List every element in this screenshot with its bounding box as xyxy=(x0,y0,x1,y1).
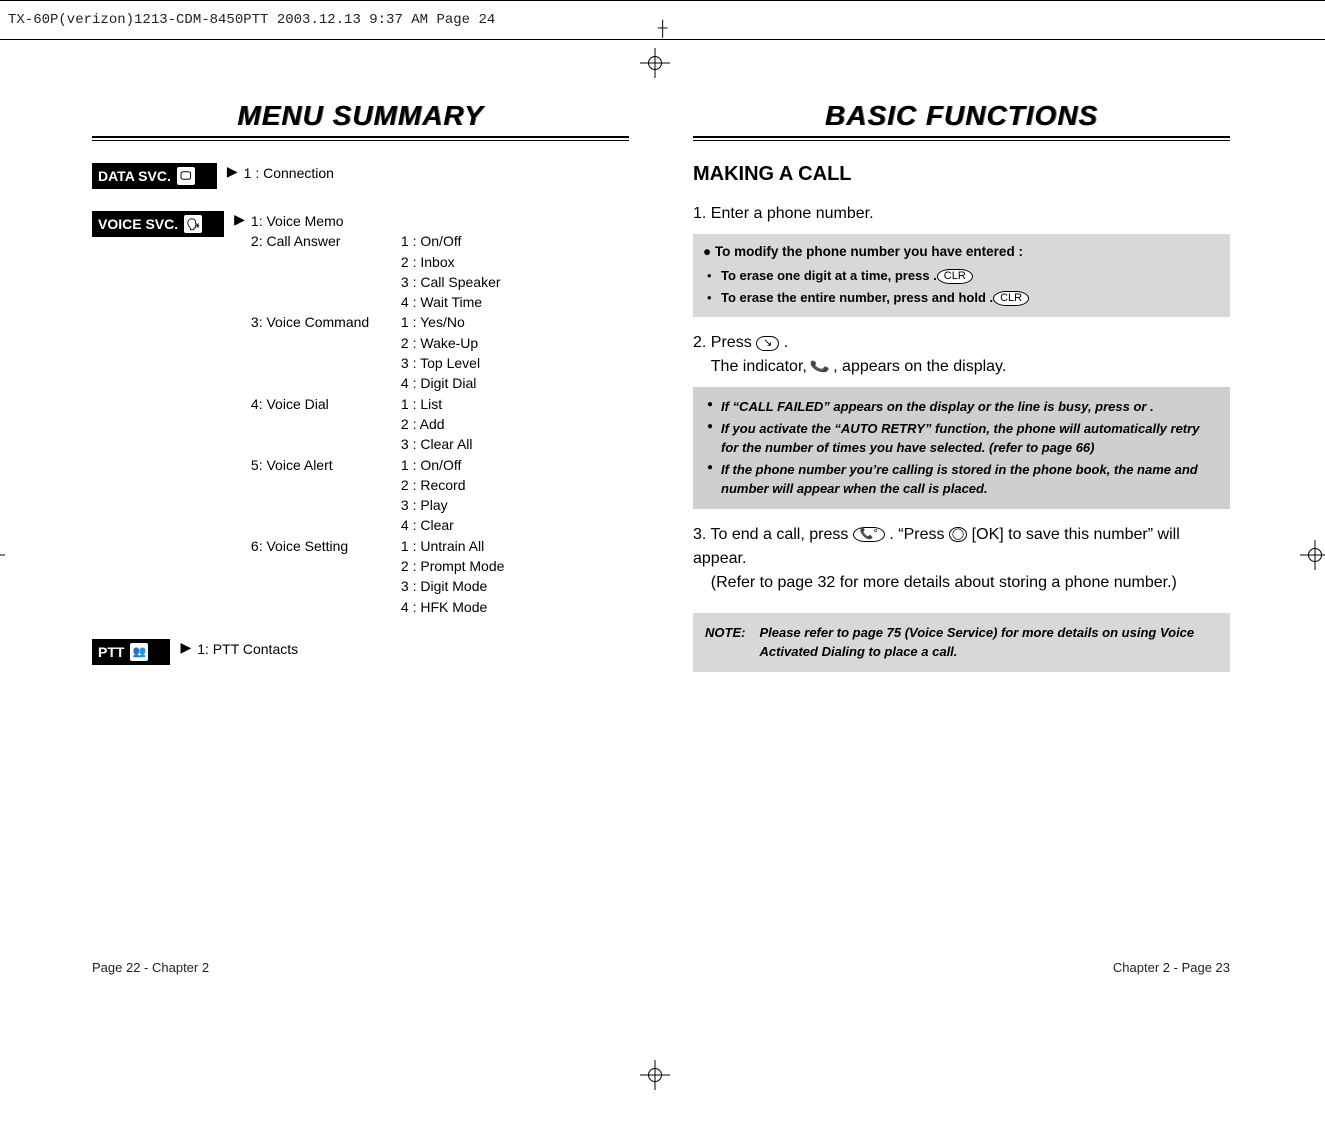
menu-item: 2 : Prompt Mode xyxy=(251,556,505,576)
arrow-icon: ▶ xyxy=(234,211,245,228)
menu-item: 1: Voice Memo xyxy=(251,211,505,231)
registration-mark-icon xyxy=(640,48,670,78)
menu-item: 6: Voice Setting1 : Untrain All xyxy=(251,536,505,556)
title-rule xyxy=(693,136,1230,141)
menu-item: 4 : Clear xyxy=(251,515,505,535)
menu-item: 3 : Digit Mode xyxy=(251,576,505,596)
menu-section: PTT👥 ▶ 1: PTT Contacts xyxy=(92,639,629,665)
arrow-icon: ▶ xyxy=(180,639,191,656)
info-box: To modify the phone number you have ente… xyxy=(693,234,1230,317)
info-line: To erase the entire number, press and ho… xyxy=(707,288,1220,308)
registration-mark-icon xyxy=(0,540,5,570)
ok-key-icon: ◯ xyxy=(949,527,967,542)
menu-item: 4 : Digit Dial xyxy=(251,373,505,393)
section-icon: 👥 xyxy=(130,643,148,661)
menu-item: 4: Voice Dial1 : List xyxy=(251,394,505,414)
menu-items: 1 : Connection xyxy=(244,163,394,183)
info-line: If “CALL FAILED” appears on the display … xyxy=(707,397,1220,417)
right-page: BASIC FUNCTIONS MAKING A CALL 1. Enter a… xyxy=(693,100,1230,687)
menu-item: 2 : Wake-Up xyxy=(251,333,505,353)
menu-item: 3 : Top Level xyxy=(251,353,505,373)
menu-item: 1 : Connection xyxy=(244,163,394,183)
menu-item: 2 : Add xyxy=(251,414,505,434)
section-icon: 🖵 xyxy=(177,167,195,185)
menu-item: 1: PTT Contacts xyxy=(197,639,347,659)
clr-key-icon: CLR xyxy=(993,291,1029,306)
page-footer: Page 22 - Chapter 2 xyxy=(92,960,209,975)
menu-item: 3 : Clear All xyxy=(251,434,505,454)
menu-items: 1: Voice Memo2: Call Answer1 : On/Off2 :… xyxy=(251,211,505,617)
section-badge: VOICE SVC.🗣 xyxy=(92,211,224,237)
left-page: MENU SUMMARY DATA SVC.🖵 ▶ 1 : Connection VO… xyxy=(92,100,629,687)
menu-section: VOICE SVC.🗣 ▶ 1: Voice Memo2: Call Answer1… xyxy=(92,211,629,617)
end-key-icon: 📞° xyxy=(853,527,885,542)
note-box: NOTE: Please refer to page 75 (Voice Ser… xyxy=(693,613,1230,672)
page-title: MENU SUMMARY xyxy=(92,100,629,132)
menu-item: 2 : Record xyxy=(251,475,505,495)
print-header-text: TX-60P(verizon)1213-CDM-8450PTT 2003.12.… xyxy=(8,12,495,28)
registration-mark-icon xyxy=(1300,540,1325,570)
step-text: 1. Enter a phone number. xyxy=(693,202,1230,226)
menu-item: 3: Voice Command1 : Yes/No xyxy=(251,312,505,332)
info-line: If the phone number you’re calling is st… xyxy=(707,460,1220,499)
info-line: If you activate the “AUTO RETRY” functio… xyxy=(707,419,1220,458)
menu-items: 1: PTT Contacts xyxy=(197,639,347,659)
menu-item: 4 : Wait Time xyxy=(251,292,505,312)
note-label: NOTE: xyxy=(705,623,745,662)
top-tick-icon: ┼ xyxy=(658,20,668,38)
print-header: TX-60P(verizon)1213-CDM-8450PTT 2003.12.… xyxy=(0,0,1325,40)
arrow-icon: ▶ xyxy=(227,163,238,180)
menu-item: 2: Call Answer1 : On/Off xyxy=(251,231,505,251)
title-rule xyxy=(92,136,629,141)
menu-item: 5: Voice Alert1 : On/Off xyxy=(251,455,505,475)
note-text: Please refer to page 75 (Voice Service) … xyxy=(759,623,1218,662)
info-box: If “CALL FAILED” appears on the display … xyxy=(693,387,1230,509)
step-text: 2. Press ↘ . The indicator, 📞 , appears … xyxy=(693,331,1230,379)
page-footer: Chapter 2 - Page 23 xyxy=(1113,960,1230,975)
registration-mark-icon xyxy=(640,1060,670,1090)
menu-item: 3 : Play xyxy=(251,495,505,515)
info-box-header: To modify the phone number you have ente… xyxy=(703,242,1220,262)
menu-item: 4 : HFK Mode xyxy=(251,597,505,617)
clr-key-icon: CLR xyxy=(937,269,973,284)
section-badge: PTT👥 xyxy=(92,639,170,665)
menu-item: 3 : Call Speaker xyxy=(251,272,505,292)
section-heading: MAKING A CALL xyxy=(693,163,1230,186)
menu-section: DATA SVC.🖵 ▶ 1 : Connection xyxy=(92,163,629,189)
section-icon: 🗣 xyxy=(184,215,202,233)
menu-item: 2 : Inbox xyxy=(251,252,505,272)
info-line: To erase one digit at a time, press .CLR xyxy=(707,266,1220,286)
section-badge: DATA SVC.🖵 xyxy=(92,163,217,189)
page-title: BASIC FUNCTIONS xyxy=(693,100,1230,132)
send-key-icon: ↘ xyxy=(756,336,779,351)
step-text: 3. To end a call, press 📞° . “Press ◯ [O… xyxy=(693,523,1230,595)
